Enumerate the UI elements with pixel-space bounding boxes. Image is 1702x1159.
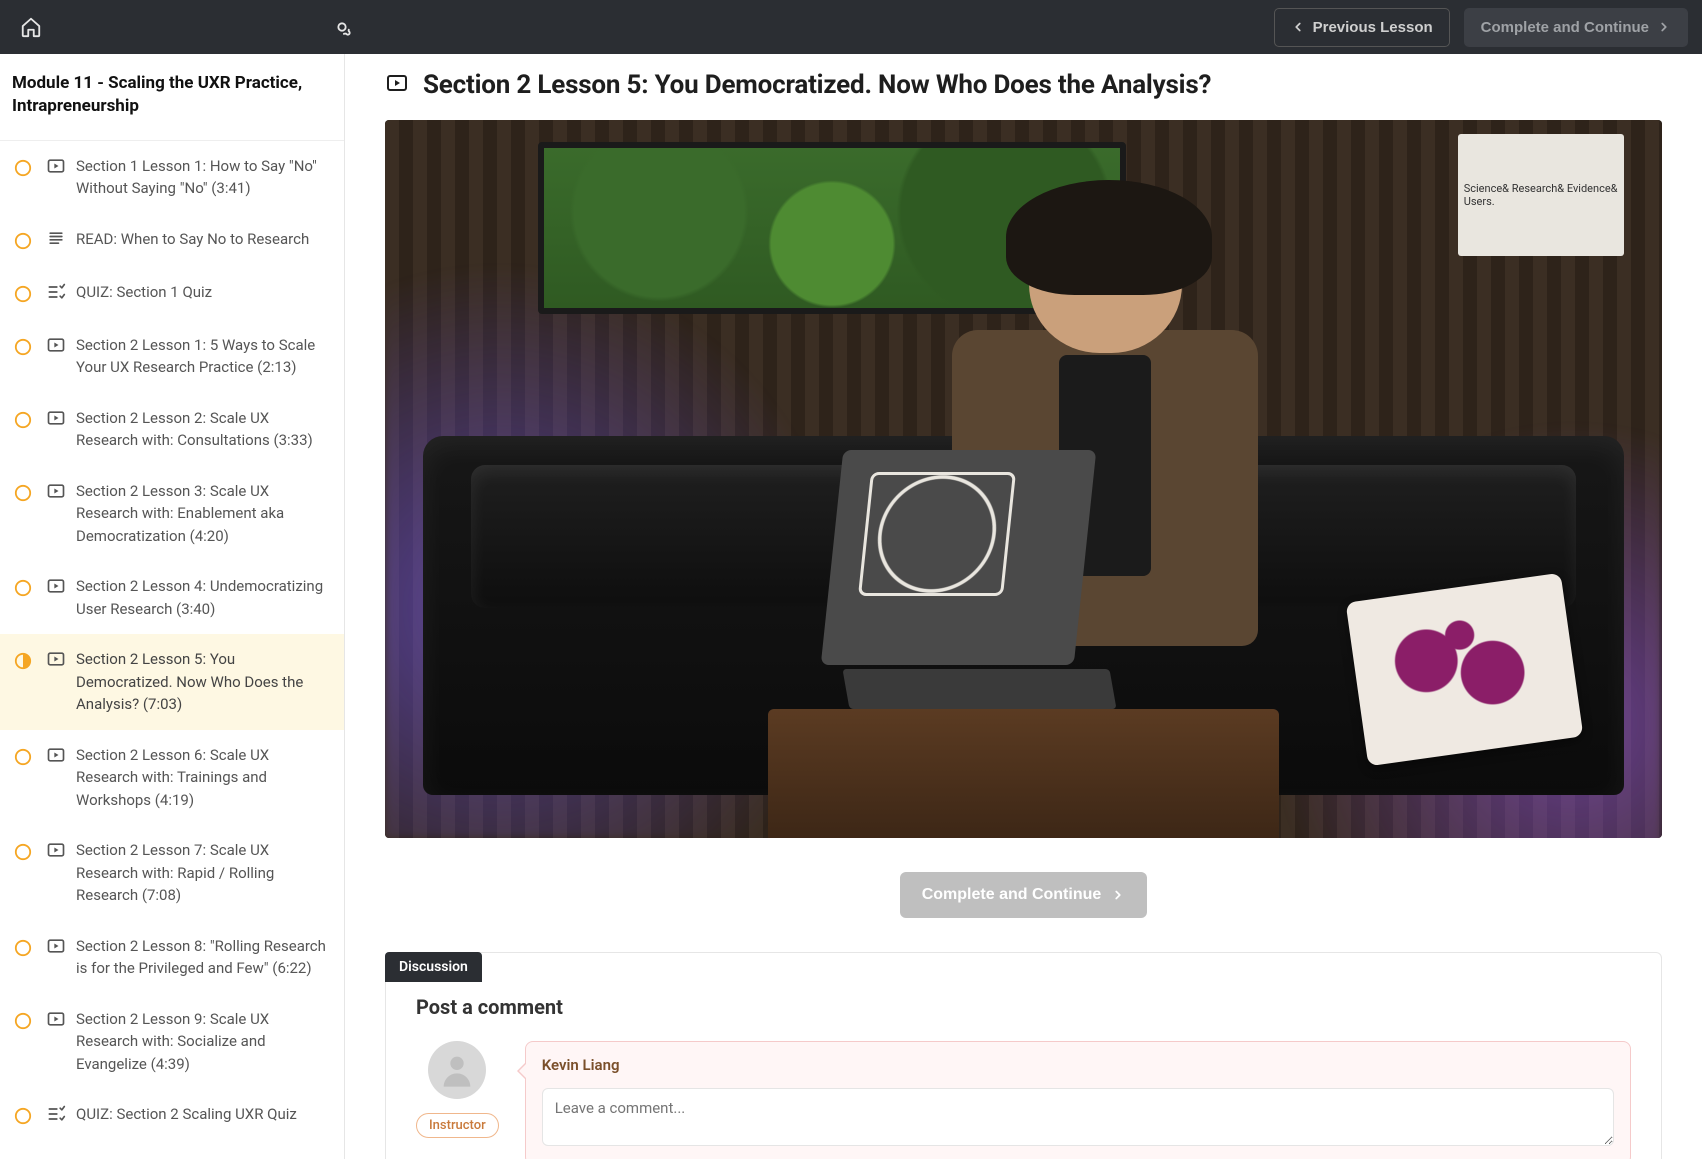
lesson-item[interactable]: Section 2 Lesson 3: Scale UX Research wi… — [0, 466, 344, 562]
complete-continue-label: Complete and Continue — [1481, 19, 1649, 36]
progress-empty-icon — [14, 232, 32, 250]
discussion-heading: Post a comment — [416, 995, 1631, 1019]
lesson-main[interactable]: Section 2 Lesson 5: You Democratized. No… — [345, 54, 1702, 1159]
video-icon — [46, 745, 66, 769]
lesson-item[interactable]: Section 2 Lesson 2: Scale UX Research wi… — [0, 393, 344, 466]
lesson-type-video-icon — [385, 71, 409, 99]
lesson-item[interactable]: Section 2 Lesson 9: Scale UX Research wi… — [0, 994, 344, 1090]
lesson-item[interactable]: Section 2 Lesson 6: Scale UX Research wi… — [0, 730, 344, 826]
avatar — [428, 1041, 486, 1099]
progress-half-icon — [14, 652, 32, 670]
lesson-list: Section 1 Lesson 1: How to Say "No" With… — [0, 141, 344, 1159]
module-title: Module 11 - Scaling the UXR Practice, In… — [0, 54, 344, 141]
home-icon — [20, 16, 42, 38]
complete-continue-label: Complete and Continue — [922, 886, 1102, 904]
lesson-item[interactable]: READ: When to Say No to Research — [0, 214, 344, 267]
progress-empty-icon — [14, 338, 32, 356]
progress-empty-icon — [14, 843, 32, 861]
lesson-label: Section 2 Lesson 8: "Rolling Research is… — [76, 935, 330, 980]
lesson-label: Section 2 Lesson 7: Scale UX Research wi… — [76, 839, 330, 907]
previous-lesson-button[interactable]: Previous Lesson — [1274, 8, 1450, 47]
progress-empty-icon — [14, 1012, 32, 1030]
role-badge: Instructor — [416, 1113, 499, 1138]
previous-lesson-label: Previous Lesson — [1313, 19, 1433, 36]
lesson-item[interactable]: QUIZ: Section 2 Scaling UXR Quiz — [0, 1089, 344, 1142]
progress-empty-icon — [14, 939, 32, 957]
gear-icon — [331, 16, 353, 38]
progress-empty-icon — [14, 579, 32, 597]
video-icon — [46, 1009, 66, 1033]
course-sidebar[interactable]: Module 11 - Scaling the UXR Practice, In… — [0, 54, 345, 1159]
lesson-label: Section 1 Lesson 1: How to Say "No" With… — [76, 155, 330, 200]
video-icon — [46, 649, 66, 673]
quiz-icon — [46, 282, 66, 306]
lesson-label: Section 2 Lesson 9: Scale UX Research wi… — [76, 1008, 330, 1076]
lesson-label: Section 2 Lesson 5: You Democratized. No… — [76, 648, 330, 716]
lesson-title: Section 2 Lesson 5: You Democratized. No… — [423, 70, 1211, 100]
topbar: Previous Lesson Complete and Continue — [0, 0, 1702, 54]
discussion-panel: Discussion Post a comment Instructor Kev… — [385, 952, 1662, 1159]
back-home-button[interactable] — [14, 10, 48, 44]
reading-icon — [46, 229, 66, 253]
progress-empty-icon — [14, 1107, 32, 1125]
video-icon — [46, 156, 66, 180]
comment-input[interactable] — [542, 1088, 1614, 1146]
lesson-label: QUIZ: Section 1 Quiz — [76, 281, 212, 304]
complete-continue-button-bottom[interactable]: Complete and Continue — [900, 872, 1148, 918]
avatar-icon — [437, 1050, 477, 1090]
quiz-icon — [46, 1104, 66, 1128]
lesson-item[interactable]: Section 2 Lesson 7: Scale UX Research wi… — [0, 825, 344, 921]
video-sign-text: Science& Research& Evidence& Users. — [1458, 134, 1624, 256]
lesson-item[interactable]: QUIZ: Section 1 Quiz — [0, 267, 344, 320]
video-icon — [46, 408, 66, 432]
lesson-label: Section 2 Lesson 3: Scale UX Research wi… — [76, 480, 330, 548]
lesson-item[interactable]: Section 2 Lesson 4: Undemocratizing User… — [0, 561, 344, 634]
video-thumbnail: Science& Research& Evidence& Users. — [385, 120, 1662, 838]
video-icon — [46, 936, 66, 960]
lesson-item[interactable]: Section 2 Lesson 1: 5 Ways to Scale Your… — [0, 320, 344, 393]
lesson-label: Section 2 Lesson 1: 5 Ways to Scale Your… — [76, 334, 330, 379]
progress-empty-icon — [14, 484, 32, 502]
video-player[interactable]: Science& Research& Evidence& Users. — [385, 120, 1662, 838]
lesson-label: Section 2 Lesson 6: Scale UX Research wi… — [76, 744, 330, 812]
progress-empty-icon — [14, 411, 32, 429]
chevron-right-icon — [1111, 888, 1125, 902]
chevron-left-icon — [1291, 20, 1305, 34]
lesson-item[interactable]: Section 3 Lesson 1: Research Death Cycle… — [0, 1142, 344, 1159]
lesson-label: QUIZ: Section 2 Scaling UXR Quiz — [76, 1103, 297, 1126]
comment-bubble: Kevin Liang — [525, 1041, 1631, 1159]
lesson-label: Section 2 Lesson 4: Undemocratizing User… — [76, 575, 330, 620]
video-icon — [46, 840, 66, 864]
lesson-item[interactable]: Section 2 Lesson 5: You Democratized. No… — [0, 634, 344, 730]
video-icon — [46, 335, 66, 359]
video-icon — [46, 576, 66, 600]
progress-empty-icon — [14, 159, 32, 177]
complete-continue-button-top[interactable]: Complete and Continue — [1464, 8, 1688, 47]
chevron-right-icon — [1657, 20, 1671, 34]
commenter-name: Kevin Liang — [542, 1056, 1614, 1074]
progress-empty-icon — [14, 748, 32, 766]
video-icon — [46, 481, 66, 505]
settings-button[interactable] — [325, 10, 359, 44]
progress-empty-icon — [14, 285, 32, 303]
lesson-label: Section 2 Lesson 2: Scale UX Research wi… — [76, 407, 330, 452]
lesson-item[interactable]: Section 1 Lesson 1: How to Say "No" With… — [0, 141, 344, 214]
lesson-label: READ: When to Say No to Research — [76, 228, 309, 251]
discussion-tab[interactable]: Discussion — [385, 952, 482, 982]
lesson-item[interactable]: Section 2 Lesson 8: "Rolling Research is… — [0, 921, 344, 994]
